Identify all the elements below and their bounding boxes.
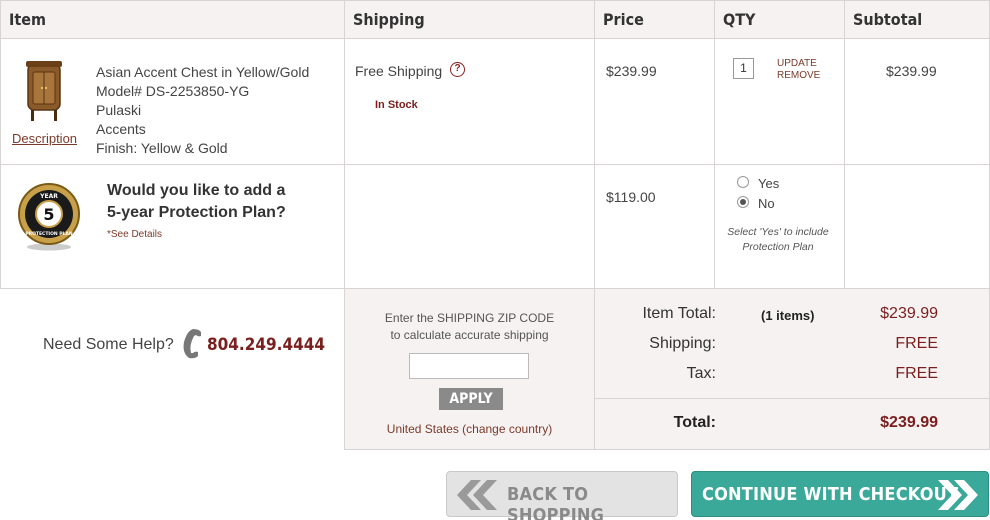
cart-header (0, 0, 990, 39)
quantity-input[interactable]: 1 (733, 58, 754, 79)
protection-question: Would you like to add a (107, 182, 286, 199)
product-model: Model# DS-2253850-YG (96, 83, 250, 99)
svg-text:PROTECTION PLAN: PROTECTION PLAN (25, 231, 73, 237)
zip-instructions: Enter the SHIPPING ZIP CODE (384, 311, 555, 325)
product-name[interactable]: Asian Accent Chest in Yellow/Gold (96, 63, 309, 82)
back-to-shopping-label: BACK TO SHOPPING (507, 484, 605, 520)
double-chevron-right-icon (938, 480, 978, 510)
help-icon[interactable]: ? (450, 62, 465, 77)
back-to-shopping-button[interactable]: BACK TO SHOPPING (446, 471, 678, 520)
tax-value: FREE (895, 365, 938, 382)
phone-icon (179, 328, 203, 360)
protection-question-2: 5-year Protection Plan? (107, 204, 286, 221)
product-image[interactable] (25, 60, 63, 122)
product-price: $239.99 (606, 63, 657, 79)
help-label: Need Some Help? (43, 336, 174, 353)
column-item: Item (9, 10, 46, 29)
product-finish: Finish: Yellow & Gold (96, 140, 228, 156)
shipping-value: FREE (895, 335, 938, 352)
column-price: Price (603, 10, 644, 29)
items-count: (1 items) (761, 308, 815, 323)
zip-code-input[interactable] (409, 353, 529, 379)
protection-price: $119.00 (606, 189, 656, 205)
see-details-link[interactable]: *See Details (107, 229, 162, 240)
change-country-link[interactable]: United States (change country) (345, 422, 594, 436)
svg-text:5: 5 (43, 205, 54, 224)
apply-button[interactable]: APPLY (439, 388, 503, 410)
tax-label: Tax: (686, 365, 716, 382)
zip-instructions-2: to calculate accurate shipping (390, 328, 549, 342)
product-description-link[interactable]: Description (12, 131, 77, 146)
item-total-value: $239.99 (880, 305, 938, 322)
protection-yes-label[interactable]: Yes (758, 176, 779, 191)
svg-text:YEAR: YEAR (39, 193, 58, 200)
phone-number[interactable]: 804.249.4444 (207, 335, 325, 355)
product-brand: Pulaski (96, 102, 142, 118)
stock-status: In Stock (375, 99, 418, 111)
protection-hint-2: Protection Plan (742, 241, 814, 253)
continue-checkout-label: CONTINUE WITH CHECKOUT (702, 484, 959, 505)
product-shipping: Free Shipping (355, 63, 443, 79)
double-chevron-left-icon (457, 480, 497, 510)
remove-link[interactable]: REMOVE (777, 70, 820, 82)
product-subtotal: $239.99 (886, 63, 937, 79)
continue-checkout-button[interactable]: CONTINUE WITH CHECKOUT (691, 471, 989, 517)
total-value: $239.99 (880, 414, 938, 431)
total-label: Total: (673, 414, 716, 431)
column-qty: QTY (723, 10, 756, 29)
protection-no-label[interactable]: No (758, 196, 775, 211)
protection-badge-icon: 5 YEAR PROTECTION PLAN (17, 180, 81, 252)
product-category: Accents (96, 121, 146, 137)
update-link[interactable]: UPDATE (777, 58, 820, 70)
column-shipping: Shipping (353, 10, 425, 29)
shipping-label: Shipping: (649, 335, 716, 352)
protection-hint: Select 'Yes' to include (727, 226, 829, 238)
item-total-label: Item Total: (642, 305, 716, 322)
protection-yes-radio[interactable] (737, 176, 749, 188)
column-subtotal: Subtotal (853, 10, 923, 29)
protection-no-radio[interactable] (737, 196, 749, 208)
